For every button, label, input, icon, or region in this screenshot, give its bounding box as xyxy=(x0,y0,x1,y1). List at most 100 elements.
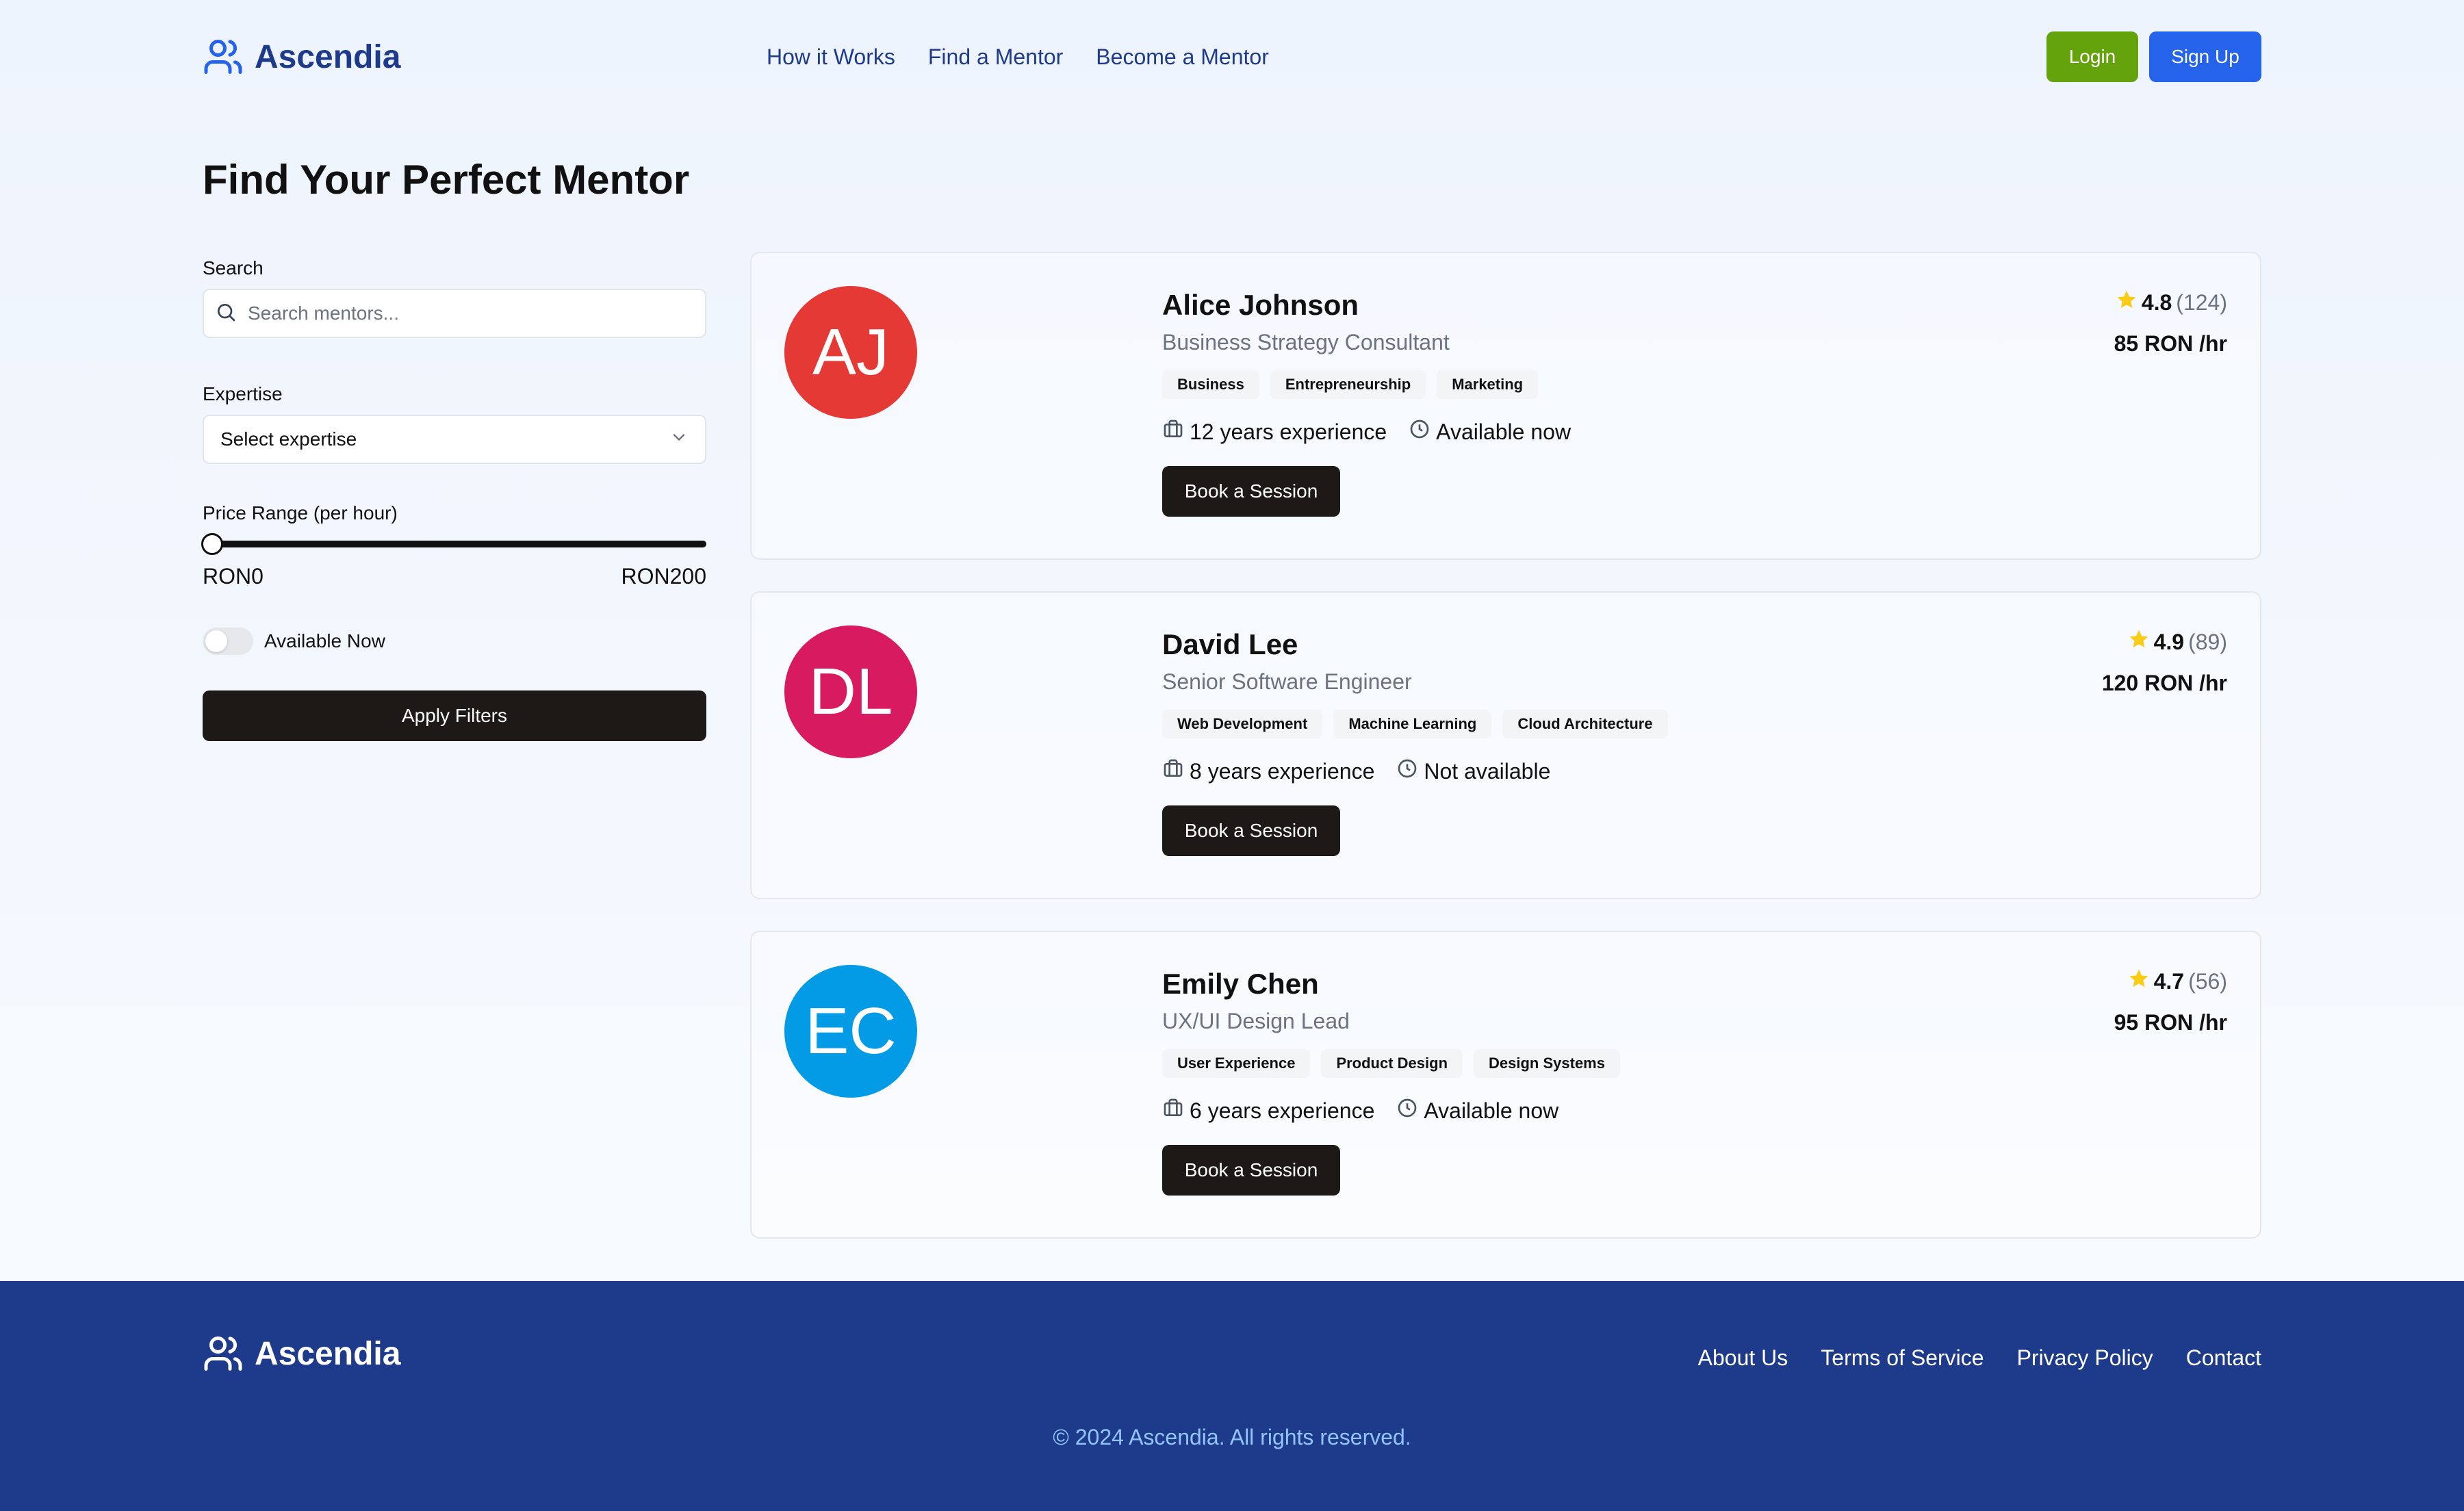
price-min: RON0 xyxy=(203,564,264,589)
expertise-tags: Business Entrepreneurship Marketing xyxy=(1162,370,1571,399)
mentor-role: Business Strategy Consultant xyxy=(1162,330,1450,354)
mentor-meta: 6 years experience Available now xyxy=(1162,1097,1620,1124)
expertise-tag: Machine Learning xyxy=(1333,710,1492,738)
nav-find-a-mentor[interactable]: Find a Mentor xyxy=(928,44,1063,70)
book-session-button[interactable]: Book a Session xyxy=(1162,805,1340,856)
expertise-select[interactable]: Select expertise xyxy=(203,415,706,464)
price-slider-handle[interactable] xyxy=(201,533,223,555)
mentor-meta: 8 years experience Not available xyxy=(1162,758,1668,785)
avatar: EC xyxy=(784,965,917,1098)
mentor-card: EC Emily Chen UX/UI Design Lead User Exp… xyxy=(750,931,2261,1239)
footer-link-terms[interactable]: Terms of Service xyxy=(1821,1345,1984,1371)
expertise-tags: Web Development Machine Learning Cloud A… xyxy=(1162,710,1668,738)
main-nav: How it Works Find a Mentor Become a Ment… xyxy=(767,0,1269,114)
mentor-card: DL David Lee Senior Software Engineer We… xyxy=(750,591,2261,899)
avatar: DL xyxy=(784,625,917,758)
availability: Available now xyxy=(1396,1097,1558,1124)
book-session-button[interactable]: Book a Session xyxy=(1162,1145,1340,1196)
availability-text: Available now xyxy=(1424,1098,1559,1123)
mentor-rating-price: 4.7 (56) 95 RON /hr xyxy=(2114,968,2227,1035)
nav-become-a-mentor[interactable]: Become a Mentor xyxy=(1096,44,1269,70)
expertise-tag: Web Development xyxy=(1162,710,1323,738)
footer-brand[interactable]: Ascendia xyxy=(203,1333,400,1374)
rating: 4.8 (124) xyxy=(2114,289,2227,316)
available-now-toggle[interactable] xyxy=(203,628,253,655)
clock-icon xyxy=(1396,758,1418,785)
mentor-list: AJ Alice Johnson Business Strategy Consu… xyxy=(750,252,2261,1270)
expertise-tag: Design Systems xyxy=(1474,1049,1620,1078)
nav-how-it-works[interactable]: How it Works xyxy=(767,44,895,70)
mentor-card: AJ Alice Johnson Business Strategy Consu… xyxy=(750,252,2261,560)
apply-filters-button[interactable]: Apply Filters xyxy=(203,690,706,741)
mentor-info: David Lee Senior Software Engineer Web D… xyxy=(1162,628,1668,856)
hourly-price: 120 RON /hr xyxy=(2101,671,2227,695)
review-count: (89) xyxy=(2188,629,2227,654)
chevron-down-icon xyxy=(669,428,689,452)
mentor-role: Senior Software Engineer xyxy=(1162,669,1412,694)
filters-sidebar: Search Expertise Select expertise Price … xyxy=(201,257,706,741)
users-icon xyxy=(203,1333,244,1374)
star-icon xyxy=(2128,968,2150,995)
copyright: © 2024 Ascendia. All rights reserved. xyxy=(1053,1425,1411,1449)
search-icon xyxy=(215,301,237,326)
mentor-name: David Lee xyxy=(1162,628,1298,660)
signup-button[interactable]: Sign Up xyxy=(2149,31,2261,82)
brand-logo[interactable]: Ascendia xyxy=(203,36,400,77)
review-count: (124) xyxy=(2176,289,2227,315)
users-icon xyxy=(203,36,244,77)
experience: 6 years experience xyxy=(1162,1097,1374,1124)
search-input[interactable] xyxy=(248,302,705,324)
availability: Available now xyxy=(1409,418,1571,445)
footer-links: About Us Terms of Service Privacy Policy… xyxy=(1698,1345,2261,1371)
price-range-values: RON0 RON200 xyxy=(203,564,706,589)
footer-link-contact[interactable]: Contact xyxy=(2186,1345,2261,1371)
mentor-meta: 12 years experience Available now xyxy=(1162,418,1571,445)
hourly-price: 95 RON /hr xyxy=(2114,1010,2227,1035)
clock-icon xyxy=(1409,418,1430,445)
clock-icon xyxy=(1396,1097,1418,1124)
review-count: (56) xyxy=(2188,968,2227,994)
rating-score: 4.9 xyxy=(2153,629,2185,654)
expertise-value: Select expertise xyxy=(220,428,357,450)
expertise-tags: User Experience Product Design Design Sy… xyxy=(1162,1049,1620,1078)
mentor-role: UX/UI Design Lead xyxy=(1162,1009,1350,1033)
footer-link-about-us[interactable]: About Us xyxy=(1698,1345,1788,1371)
expertise-label: Expertise xyxy=(203,383,283,404)
search-field[interactable] xyxy=(203,289,706,338)
experience: 12 years experience xyxy=(1162,418,1387,445)
footer-link-privacy[interactable]: Privacy Policy xyxy=(2017,1345,2153,1371)
experience-text: 12 years experience xyxy=(1190,419,1387,444)
star-icon xyxy=(2128,628,2150,656)
briefcase-icon xyxy=(1162,418,1184,445)
search-label: Search xyxy=(203,257,264,279)
available-now-row: Available Now xyxy=(203,628,706,655)
availability: Not available xyxy=(1396,758,1550,785)
footer-brand-name: Ascendia xyxy=(255,1335,401,1372)
page-title: Find Your Perfect Mentor xyxy=(203,157,690,203)
brand-name: Ascendia xyxy=(255,38,401,75)
availability-text: Available now xyxy=(1436,419,1571,444)
availability-text: Not available xyxy=(1424,758,1551,784)
expertise-tag: User Experience xyxy=(1162,1049,1311,1078)
available-now-label: Available Now xyxy=(264,630,385,651)
hourly-price: 85 RON /hr xyxy=(2114,331,2227,356)
price-max: RON200 xyxy=(621,564,707,589)
avatar: AJ xyxy=(784,286,917,419)
rating: 4.7 (56) xyxy=(2114,968,2227,995)
login-button[interactable]: Login xyxy=(2046,31,2138,82)
expertise-tag: Entrepreneurship xyxy=(1270,370,1426,399)
price-slider[interactable] xyxy=(201,533,706,555)
expertise-tag: Marketing xyxy=(1437,370,1539,399)
footer: Ascendia About Us Terms of Service Priva… xyxy=(0,1281,2464,1511)
price-range-label: Price Range (per hour) xyxy=(203,502,398,524)
briefcase-icon xyxy=(1162,758,1184,785)
expertise-tag: Cloud Architecture xyxy=(1502,710,1668,738)
mentor-rating-price: 4.8 (124) 85 RON /hr xyxy=(2114,289,2227,357)
experience: 8 years experience xyxy=(1162,758,1374,785)
experience-text: 6 years experience xyxy=(1190,1098,1375,1123)
expertise-tag: Product Design xyxy=(1321,1049,1463,1078)
rating-score: 4.8 xyxy=(2141,289,2172,315)
book-session-button[interactable]: Book a Session xyxy=(1162,466,1340,517)
mentor-name: Alice Johnson xyxy=(1162,289,1359,321)
rating-score: 4.7 xyxy=(2153,968,2185,994)
